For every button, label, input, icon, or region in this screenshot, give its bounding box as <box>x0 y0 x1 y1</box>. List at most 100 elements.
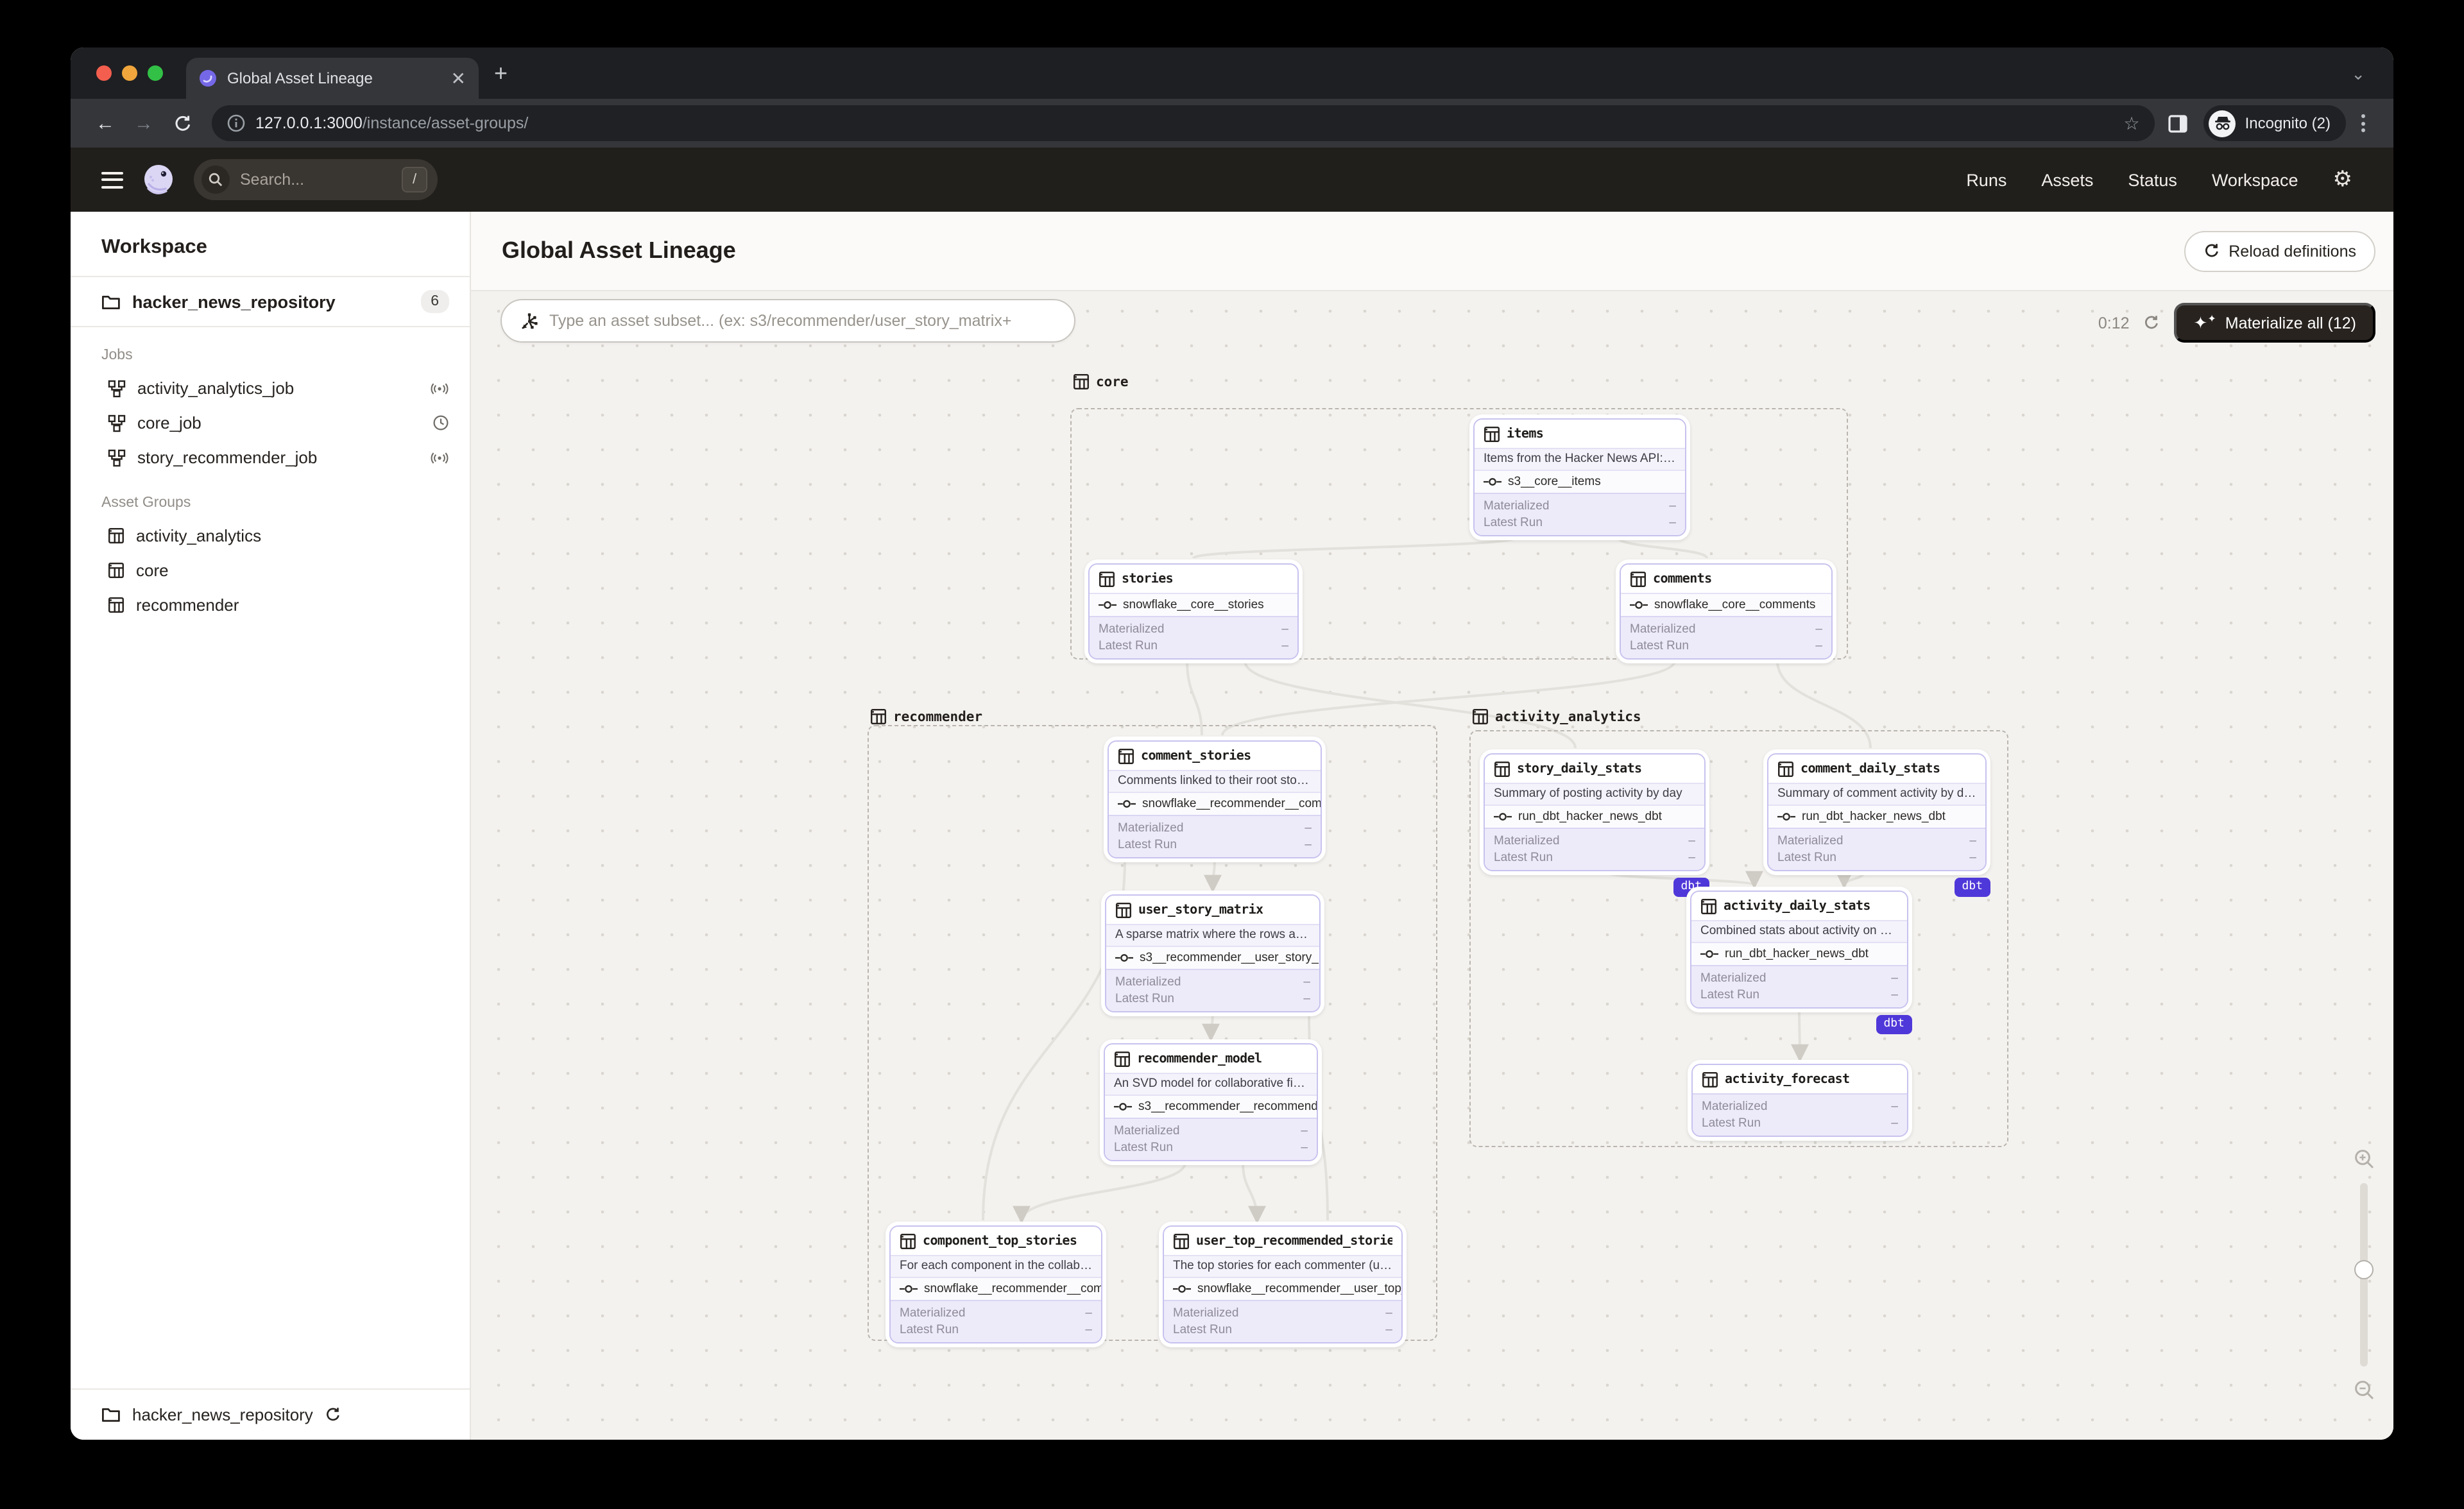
hamburger-menu-icon[interactable] <box>101 171 123 188</box>
page-header: Global Asset Lineage Reload definitions <box>471 212 2393 291</box>
dbt-badge: dbt <box>1954 878 1990 897</box>
dbt-badge: dbt <box>1876 1015 1912 1034</box>
browser-menu-icon[interactable] <box>2351 114 2375 132</box>
search-icon <box>201 166 230 194</box>
repo-count-badge: 6 <box>420 290 449 313</box>
sidebar-item-label: activity_analytics_job <box>137 379 295 398</box>
app-nav: Runs Assets Status Workspace ⚙ <box>1966 167 2363 192</box>
materialize-all-button[interactable]: ✦✦ Materialize all (12) <box>2174 303 2375 343</box>
op-icon <box>1777 811 1795 823</box>
asset-node-stories[interactable]: stories snowflake__core__stories Materiali… <box>1084 559 1303 663</box>
asset-op: run_dbt_hacker_news_dbt <box>1691 942 1907 965</box>
asset-node-story_daily_stats[interactable]: story_daily_stats Summary of posting acti… <box>1480 749 1709 897</box>
asset-name: user_top_recommended_stories <box>1196 1234 1392 1248</box>
close-window-button[interactable] <box>96 65 112 81</box>
zoom-out-icon[interactable] <box>2353 1379 2375 1401</box>
minimize-window-button[interactable] <box>122 65 137 81</box>
asset-node-activity_forecast[interactable]: activity_forecast Materialized – Latest Run… <box>1688 1060 1912 1141</box>
back-icon[interactable]: ← <box>89 112 122 134</box>
global-search[interactable]: / <box>194 159 438 200</box>
settings-gear-icon[interactable]: ⚙ <box>2333 167 2353 192</box>
grid-icon <box>108 527 124 544</box>
asset-node-user_story_matrix[interactable]: user_story_matrix A sparse matrix where t… <box>1101 891 1324 1016</box>
table-icon <box>1484 425 1500 442</box>
nav-assets[interactable]: Assets <box>2041 170 2093 189</box>
asset-group-icon <box>1472 708 1489 725</box>
asset-description: Summary of comment activity by day <box>1768 783 1985 805</box>
asset-node-component_top_stories[interactable]: component_top_stories For each component … <box>886 1222 1106 1347</box>
workspace-sidebar: Workspace hacker_news_repository 6 Jobs a… <box>71 212 471 1440</box>
new-tab-button[interactable]: + <box>494 60 508 87</box>
table-icon <box>1114 1050 1131 1067</box>
sidebar-item-label: recommender <box>136 595 239 615</box>
bookmark-star-icon[interactable]: ☆ <box>2123 112 2139 134</box>
nav-workspace[interactable]: Workspace <box>2212 170 2298 189</box>
asset-node-activity_daily_stats[interactable]: activity_daily_stats Combined stats about… <box>1686 887 1912 1034</box>
asset-node-comment_stories[interactable]: comment_stories Comments linked to their … <box>1104 737 1326 862</box>
asset-description: Items from the Hacker News API: each is … <box>1475 448 1685 470</box>
asset-stats: Materialized – Latest Run – <box>1475 493 1685 535</box>
incognito-badge[interactable]: Incognito (2) <box>2203 105 2346 141</box>
side-panel-icon[interactable] <box>2168 114 2189 133</box>
site-info-icon[interactable] <box>227 114 245 132</box>
refresh-graph-icon[interactable] <box>2144 314 2160 331</box>
asset-description: For each component in the collaborative … <box>891 1255 1101 1277</box>
repo-selector[interactable]: hacker_news_repository 6 <box>71 277 470 326</box>
browser-tab[interactable]: Global Asset Lineage ✕ <box>186 58 479 99</box>
nav-runs[interactable]: Runs <box>1966 170 2006 189</box>
asset-filter[interactable] <box>501 299 1075 343</box>
zoom-window-button[interactable] <box>148 65 163 81</box>
sidebar-heading: Workspace <box>101 236 207 258</box>
traffic-lights[interactable] <box>96 65 163 81</box>
asset-name: comment_daily_stats <box>1801 762 1940 776</box>
asset-stats: Materialized – Latest Run – <box>1164 1300 1401 1342</box>
tab-search-chevron-icon[interactable]: ⌄ <box>2351 64 2365 85</box>
table-icon <box>1099 570 1115 587</box>
sidebar-item-recommender[interactable]: recommender <box>71 588 470 622</box>
tab-close-icon[interactable]: ✕ <box>451 69 466 87</box>
forward-icon[interactable]: → <box>127 112 160 134</box>
search-input[interactable] <box>240 171 368 189</box>
asset-node-comment_daily_stats[interactable]: comment_daily_stats Summary of comment ac… <box>1763 749 1990 897</box>
reload-definitions-button[interactable]: Reload definitions <box>2184 230 2375 271</box>
asset-op: snowflake__core__comments <box>1621 593 1831 616</box>
sidebar-item-activity_analytics_job[interactable]: activity_analytics_job <box>71 371 470 405</box>
sidebar-footer-repo[interactable]: hacker_news_repository <box>71 1388 470 1440</box>
asset-op: snowflake__recommender__componen... <box>891 1277 1101 1300</box>
asset-name: user_story_matrix <box>1138 903 1263 917</box>
asset-description: Comments linked to their root stories. <box>1109 770 1321 792</box>
group-label-recommender: recommender <box>870 708 982 725</box>
asset-node-items[interactable]: items Items from the Hacker News API: eac… <box>1469 414 1690 540</box>
dagster-logo[interactable] <box>141 162 176 197</box>
incognito-icon <box>2209 110 2236 137</box>
zoom-slider[interactable] <box>2354 1183 2374 1367</box>
sidebar-item-activity_analytics[interactable]: activity_analytics <box>71 518 470 553</box>
address-bar[interactable]: 127.0.0.1:3000/instance/asset-groups/ ☆ <box>212 105 2155 141</box>
table-icon <box>900 1232 916 1249</box>
zoom-slider-handle[interactable] <box>2354 1260 2374 1279</box>
asset-op: run_dbt_hacker_news_dbt <box>1768 805 1985 828</box>
zoom-in-icon[interactable] <box>2353 1148 2375 1170</box>
refresh-repo-icon[interactable] <box>325 1406 341 1423</box>
url-text[interactable]: 127.0.0.1:3000/instance/asset-groups/ <box>255 114 2113 132</box>
lineage-canvas[interactable]: core items Items from the Hacker News API:… <box>471 291 2393 1440</box>
job-icon <box>108 448 126 466</box>
folder-icon <box>102 295 120 309</box>
op-icon <box>900 1283 918 1295</box>
browser-reload-icon[interactable] <box>166 114 199 133</box>
asset-node-comments[interactable]: comments snowflake__core__comments Materia… <box>1616 559 1836 663</box>
asset-description: The top stories for each commenter (user… <box>1164 1255 1401 1277</box>
sidebar-item-core[interactable]: core <box>71 553 470 588</box>
asset-stats: Materialized – Latest Run – <box>1105 1118 1317 1160</box>
asset-stats: Materialized – Latest Run – <box>1090 616 1297 658</box>
asset-node-user_top_recommended_stories[interactable]: user_top_recommended_stories The top stor… <box>1159 1222 1407 1347</box>
asset-stats: Materialized – Latest Run – <box>1109 815 1321 857</box>
asset-name: comments <box>1653 572 1712 586</box>
asset-node-recommender_model[interactable]: recommender_model An SVD model for collab… <box>1100 1039 1322 1165</box>
nav-status[interactable]: Status <box>2128 170 2177 189</box>
sidebar-item-core_job[interactable]: core_job <box>71 405 470 440</box>
zoom-controls <box>2350 1148 2378 1401</box>
sidebar-item-story_recommender_job[interactable]: story_recommender_job <box>71 440 470 475</box>
grid-icon <box>108 562 124 579</box>
asset-filter-input[interactable] <box>549 312 1056 330</box>
